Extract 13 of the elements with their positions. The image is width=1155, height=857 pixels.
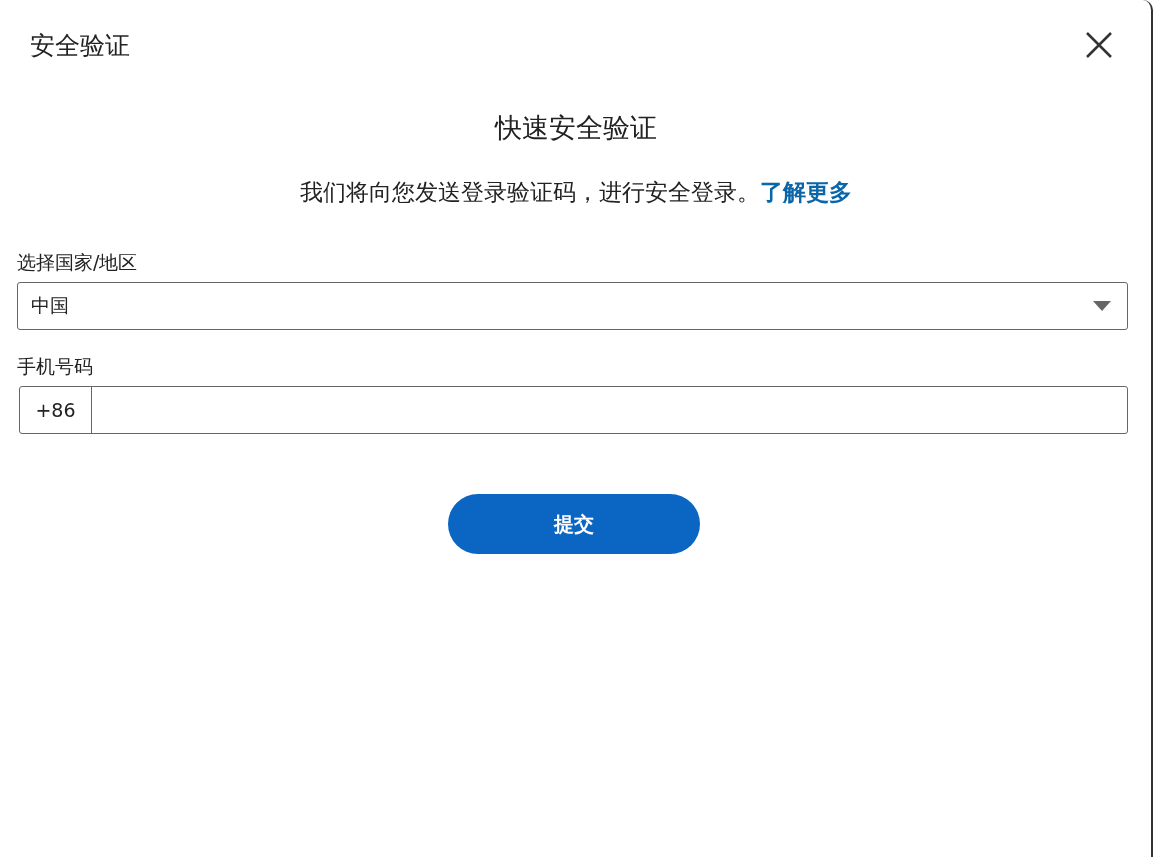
field-label: 手机号码 <box>17 354 94 379</box>
dialog-title: 安全验证 <box>30 29 130 62</box>
country-code: +86 <box>20 387 92 433</box>
field-label: 选择国家/地区 <box>17 250 139 275</box>
country-select[interactable]: 中国 <box>17 282 1128 330</box>
dropdown-caret-icon <box>1093 301 1111 311</box>
heading: 快速安全验证 <box>493 111 658 145</box>
learn-more-link[interactable]: 了解更多 <box>759 179 852 205</box>
description: 我们将向您发送登录验证码，进行安全登录。了解更多 <box>298 178 853 207</box>
close-button[interactable] <box>1085 31 1113 59</box>
close-icon <box>1085 31 1113 59</box>
phone-field[interactable]: +86 <box>19 386 1128 434</box>
submit-button[interactable]: 提交 <box>447 494 700 554</box>
